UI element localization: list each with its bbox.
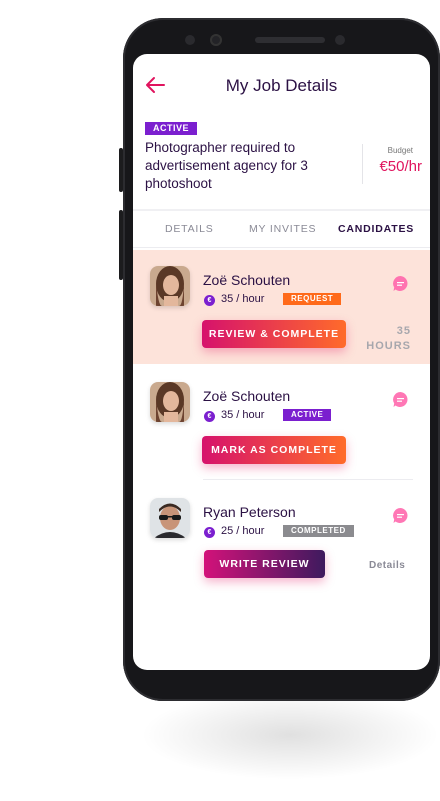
tab-bar: DETAILS MY INVITES CANDIDATES [133,213,430,249]
job-title: Photographer required to advertisement a… [145,140,308,191]
candidate-card[interactable]: Ryan Peterson € 25 / hour COMPLETED WRIT… [133,482,430,592]
phone-shadow [140,690,440,780]
avatar [150,266,190,306]
hours-unit: HOURS [366,340,411,352]
candidate-card[interactable]: Zoë Schouten € 35 / hour ACTIVE MARK AS … [133,366,430,480]
candidate-name: Zoë Schouten [203,388,291,404]
list-divider [203,479,413,480]
section-divider [133,209,430,211]
candidate-rate: 35 / hour [221,409,265,421]
vertical-divider [362,144,363,184]
status-badge: REQUEST [283,293,342,305]
avatar [150,382,190,422]
chat-bubble-icon[interactable] [392,275,409,292]
euro-icon: € [204,527,215,538]
phone-sensor-right [335,35,345,45]
tab-my-invites[interactable]: MY INVITES [249,223,316,235]
mark-complete-button[interactable]: MARK AS COMPLETE [202,436,346,464]
candidate-name: Zoë Schouten [203,272,291,288]
chat-bubble-icon[interactable] [392,391,409,408]
phone-speaker [255,37,325,43]
tab-details[interactable]: DETAILS [165,223,214,235]
review-complete-button[interactable]: REVIEW & COMPLETE [202,320,346,348]
phone-sensor [185,35,195,45]
phone-camera [210,34,222,46]
status-badge: ACTIVE [283,409,332,421]
budget-value: €50/hr [379,158,422,175]
chat-bubble-icon[interactable] [392,507,409,524]
candidate-rate: 25 / hour [221,525,265,537]
euro-icon: € [204,295,215,306]
status-badge: COMPLETED [283,525,354,537]
tab-bar-divider [133,247,430,248]
hours-value: 35 [396,325,411,337]
avatar [150,498,190,538]
candidate-name: Ryan Peterson [203,504,296,520]
hours-worked: 35 HOURS [361,324,411,354]
app-screen: My Job Details ACTIVE Photographer requi… [133,54,430,670]
euro-icon: € [204,411,215,422]
page-title: My Job Details [225,76,338,95]
details-link[interactable]: Details [369,560,405,571]
tab-candidates[interactable]: CANDIDATES [338,223,414,235]
candidate-card[interactable]: Zoë Schouten € 35 / hour REQUEST REVIEW … [133,250,430,364]
candidate-rate: 35 / hour [221,293,265,305]
budget-label: Budget [387,146,413,155]
write-review-button[interactable]: WRITE REVIEW [204,550,325,578]
job-status-badge: ACTIVE [145,122,198,135]
